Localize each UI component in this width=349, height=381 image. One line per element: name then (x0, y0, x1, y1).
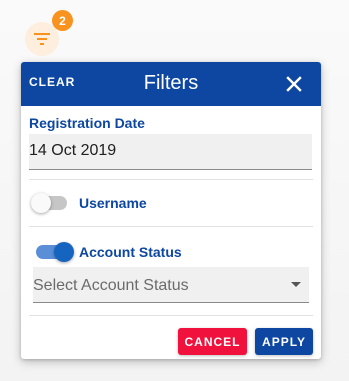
filters-header: CLEAR Filters (21, 62, 321, 106)
toggle-thumb (31, 193, 51, 213)
close-icon (286, 76, 302, 92)
registration-date-field[interactable]: 14 Oct 2019 (29, 134, 312, 170)
registration-date-label: Registration Date (29, 115, 145, 131)
apply-button[interactable]: APPLY (255, 328, 313, 355)
filters-title: Filters (143, 72, 199, 94)
toggle-thumb (54, 242, 74, 262)
divider (29, 179, 313, 180)
account-status-select[interactable]: Select Account Status (33, 267, 309, 303)
cancel-button[interactable]: CANCEL (178, 328, 247, 355)
close-button[interactable] (285, 75, 303, 93)
filter-count-badge: 2 (52, 10, 73, 31)
filter-icon (34, 33, 50, 45)
username-toggle[interactable] (31, 191, 69, 213)
divider (29, 226, 313, 227)
dropdown-arrow-icon (291, 282, 301, 287)
username-label: Username (79, 195, 147, 211)
account-status-toggle[interactable] (36, 240, 74, 262)
account-status-label: Account Status (79, 244, 182, 260)
divider (29, 315, 313, 316)
page: 2 CLEAR Filters Registration Date 14 Oct… (0, 0, 349, 381)
account-status-placeholder: Select Account Status (33, 277, 189, 294)
